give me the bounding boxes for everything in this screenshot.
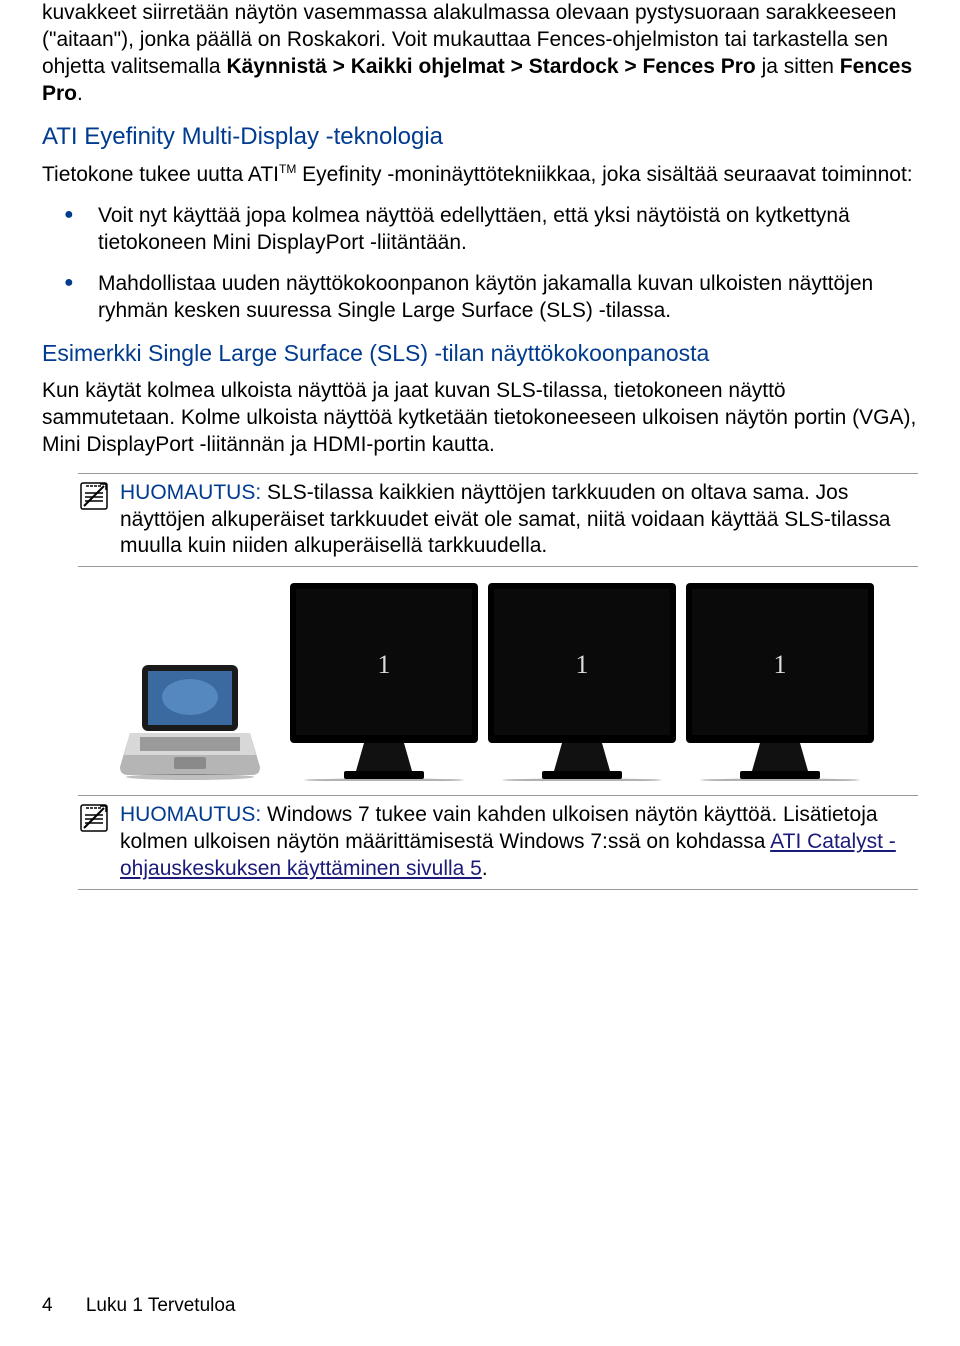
- heading-sls-example: Esimerkki Single Large Surface (SLS) -ti…: [42, 339, 918, 368]
- monitor-3: 1: [684, 581, 876, 781]
- heading-ati-eyefinity: ATI Eyefinity Multi-Display -teknologia: [42, 122, 918, 153]
- monitor-2: 1: [486, 581, 678, 781]
- note-icon: [78, 480, 110, 512]
- laptop-image: [120, 661, 260, 781]
- feature-bullet-list: Voit nyt käyttää jopa kolmea näyttöä ede…: [42, 203, 918, 325]
- tech-paragraph: Tietokone tukee uutta ATITM Eyefinity -m…: [42, 162, 918, 189]
- monitors-group: 1 1 1: [288, 581, 876, 781]
- intro-bold-1: Käynnistä > Kaikki ohjelmat > Stardock >…: [226, 55, 755, 78]
- note-label-2: HUOMAUTUS:: [120, 803, 261, 826]
- bullet-item-2: Mahdollistaa uuden näyttökokoonpanon käy…: [42, 271, 918, 325]
- tech-text-a: Tietokone tukee uutta ATI: [42, 163, 279, 186]
- images-row: 1 1 1: [120, 581, 918, 781]
- page-footer: 4 Luku 1 Tervetuloa: [42, 1294, 236, 1318]
- bullet-item-1: Voit nyt käyttää jopa kolmea näyttöä ede…: [42, 203, 918, 257]
- intro-text-end: .: [77, 82, 83, 105]
- note-text-2b: .: [482, 857, 488, 880]
- tech-text-b: Eyefinity -moninäyttötekniikkaa, joka si…: [296, 163, 912, 186]
- note-label-1: HUOMAUTUS:: [120, 481, 261, 504]
- note-block-1: HUOMAUTUS: SLS-tilassa kaikkien näyttöje…: [78, 473, 918, 568]
- intro-paragraph: kuvakkeet siirretään näytön vasemmassa a…: [42, 0, 918, 108]
- note-block-2: HUOMAUTUS: Windows 7 tukee vain kahden u…: [78, 795, 918, 890]
- intro-text-mid: ja sitten: [756, 55, 840, 78]
- note-icon: [78, 802, 110, 834]
- monitor-label: 1: [378, 650, 391, 679]
- chapter-label: Luku 1 Tervetuloa: [86, 1295, 236, 1316]
- sls-paragraph: Kun käytät kolmea ulkoista näyttöä ja ja…: [42, 378, 918, 459]
- monitor-1: 1: [288, 581, 480, 781]
- monitor-label: 1: [774, 650, 787, 679]
- page-number: 4: [42, 1295, 53, 1316]
- monitor-label: 1: [576, 650, 589, 679]
- trademark-symbol: TM: [279, 162, 296, 176]
